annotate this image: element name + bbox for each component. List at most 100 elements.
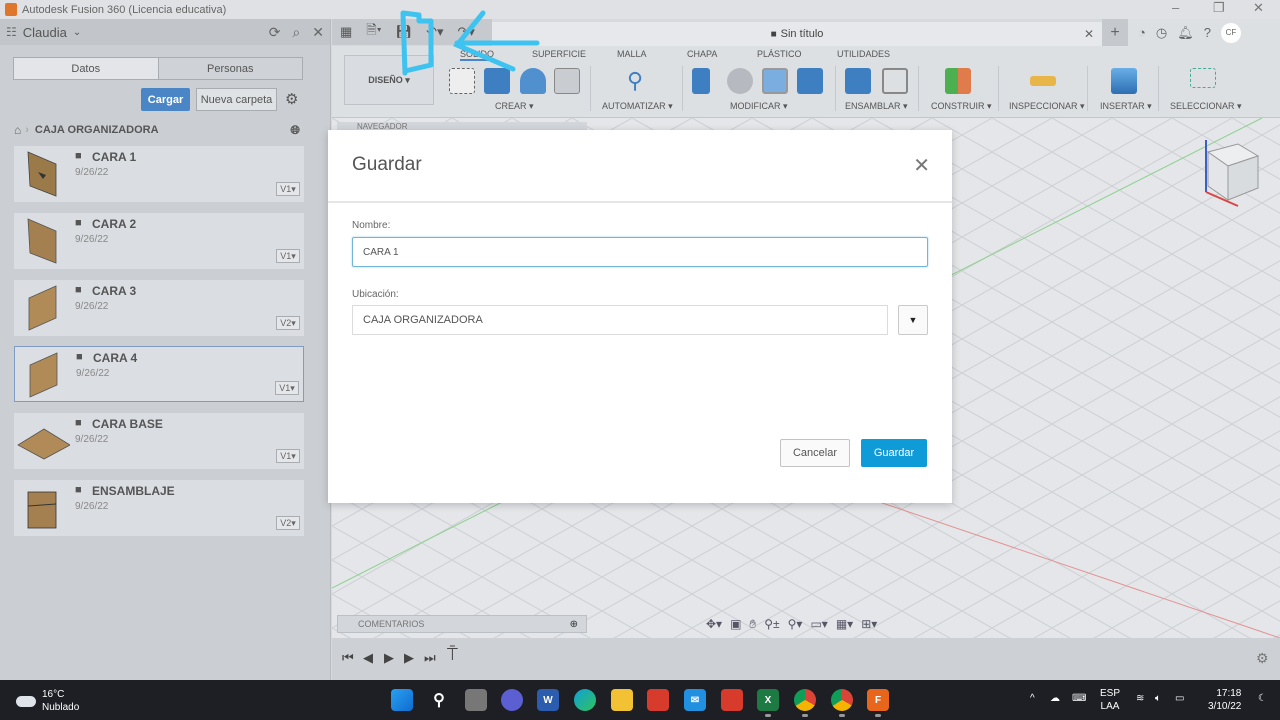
volume-icon[interactable]: 🔈︎ xyxy=(1155,692,1161,705)
workspace-selector[interactable]: DISEÑO ▾ xyxy=(344,55,434,105)
timeline-settings-icon[interactable]: ⚙ xyxy=(1256,650,1269,667)
document-tab[interactable]: ■ Sin título ✕ xyxy=(492,22,1102,46)
file-item[interactable]: ■ CARA 1 9/26/22 V1▾ xyxy=(14,146,304,202)
save-button[interactable]: Guardar xyxy=(861,439,927,467)
extrude-icon[interactable] xyxy=(484,68,510,94)
fillet-icon[interactable] xyxy=(727,68,753,94)
tab-malla[interactable]: MALLA xyxy=(617,49,647,59)
file-item[interactable]: ■ CARA BASE 9/26/22 V1▾ xyxy=(14,413,304,469)
file-menu-icon[interactable]: 🗎︎▾ xyxy=(366,21,381,43)
version-dropdown[interactable]: V2▾ xyxy=(276,516,300,530)
redo-icon[interactable]: ↷▾ xyxy=(458,24,475,40)
task-view-icon[interactable] xyxy=(465,689,487,711)
office-icon[interactable] xyxy=(721,689,743,711)
chrome-icon[interactable] xyxy=(794,689,816,711)
viewports-icon[interactable]: ⊞▾ xyxy=(861,617,877,632)
word-icon[interactable]: W xyxy=(537,689,559,711)
globe-icon[interactable]: 🌐︎ xyxy=(290,123,300,138)
team-selector[interactable]: Claudia xyxy=(23,25,67,40)
step-forward-icon[interactable]: ▶ xyxy=(404,650,414,666)
location-dropdown-button[interactable]: ▼ xyxy=(898,305,928,335)
keyboard-icon[interactable]: ⌨ xyxy=(1072,692,1086,705)
file-item-selected[interactable]: ■ CARA 4 9/26/22 V1▾ xyxy=(14,346,304,402)
look-at-icon[interactable]: ▣ xyxy=(730,617,741,632)
grid-settings-icon[interactable]: ▦▾ xyxy=(836,617,853,632)
refresh-icon[interactable]: ⟳ xyxy=(269,24,281,41)
tab-solido[interactable]: SÓLIDO xyxy=(460,49,495,61)
automate-icon[interactable]: ⚲ xyxy=(622,68,648,94)
job-status-icon[interactable]: ◷ xyxy=(1156,25,1167,41)
hole-icon[interactable] xyxy=(554,68,580,94)
file-item[interactable]: ■ CARA 2 9/26/22 V1▾ xyxy=(14,213,304,269)
undo-icon[interactable]: ↶▾ xyxy=(426,24,443,40)
combine-icon[interactable] xyxy=(797,68,823,94)
measure-icon[interactable] xyxy=(1030,76,1056,86)
start-icon[interactable] xyxy=(391,689,413,711)
upload-button[interactable]: Cargar xyxy=(141,88,190,111)
offset-plane-icon[interactable] xyxy=(945,68,971,94)
version-dropdown[interactable]: V1▾ xyxy=(276,249,300,263)
go-to-end-icon[interactable]: ⏭ xyxy=(424,650,436,666)
chevron-up-icon[interactable]: ^ xyxy=(1030,692,1035,705)
weather-widget[interactable]: 16°C Nublado xyxy=(16,688,79,714)
mail-icon[interactable]: ✉ xyxy=(684,689,706,711)
extensions-icon[interactable]: ◔ xyxy=(1138,25,1146,40)
tab-datos[interactable]: Datos xyxy=(14,58,159,79)
language-indicator[interactable]: ESP LAA xyxy=(1100,687,1120,713)
tab-superficie[interactable]: SUPERFICIE xyxy=(532,49,586,59)
notifications-icon[interactable]: 🔔︎ xyxy=(1177,25,1194,41)
office-icon[interactable] xyxy=(647,689,669,711)
close-icon[interactable]: ✕ xyxy=(913,156,930,176)
search-icon[interactable]: ⌕ xyxy=(292,24,300,41)
cancel-button[interactable]: Cancelar xyxy=(780,439,850,467)
press-pull-icon[interactable] xyxy=(692,68,710,94)
tab-personas[interactable]: Personas xyxy=(158,58,302,79)
add-comment-icon[interactable]: ⊕ xyxy=(570,619,578,630)
insert-image-icon[interactable] xyxy=(1111,68,1137,94)
group-automatizar[interactable]: AUTOMATIZAR ▾ xyxy=(602,101,673,112)
clock[interactable]: 17:18 3/10/22 xyxy=(1208,687,1241,713)
app-grid-icon[interactable]: ▦ xyxy=(340,24,352,40)
home-icon[interactable]: ⌂ xyxy=(14,123,21,137)
group-ensamblar[interactable]: ENSAMBLAR ▾ xyxy=(845,101,908,112)
teams-chat-icon[interactable] xyxy=(501,689,523,711)
version-dropdown[interactable]: V1▾ xyxy=(276,182,300,196)
tab-chapa[interactable]: CHAPA xyxy=(687,49,717,59)
new-folder-button[interactable]: Nueva carpeta xyxy=(196,88,277,111)
tab-plastico[interactable]: PLÁSTICO xyxy=(757,49,802,59)
file-item[interactable]: ■ ENSAMBLAJE 9/26/22 V2▾ xyxy=(14,480,304,536)
excel-icon[interactable]: X xyxy=(757,689,779,711)
fusion-360-icon[interactable]: F xyxy=(867,689,889,711)
shell-icon[interactable] xyxy=(762,68,788,94)
tab-utilidades[interactable]: UTILIDADES xyxy=(837,49,890,59)
file-item[interactable]: ■ CARA 3 9/26/22 V2▾ xyxy=(14,280,304,336)
maximize-button[interactable]: ❐ xyxy=(1213,0,1225,16)
pan-icon[interactable]: ✋︎ xyxy=(749,617,756,632)
group-insertar[interactable]: INSERTAR ▾ xyxy=(1100,101,1152,112)
file-explorer-icon[interactable] xyxy=(611,689,633,711)
group-seleccionar[interactable]: SELECCIONAR ▾ xyxy=(1170,101,1242,112)
chrome-icon[interactable] xyxy=(831,689,853,711)
help-icon[interactable]: ? xyxy=(1204,25,1211,40)
select-icon[interactable] xyxy=(1190,68,1216,88)
create-sketch-icon[interactable] xyxy=(449,68,475,94)
battery-icon[interactable]: ▭ xyxy=(1175,692,1184,705)
version-dropdown[interactable]: V1▾ xyxy=(276,449,300,463)
step-back-icon[interactable]: ◀ xyxy=(363,650,373,666)
play-icon[interactable]: ▶ xyxy=(384,650,394,666)
close-panel-icon[interactable]: ✕ xyxy=(312,24,324,41)
display-settings-icon[interactable]: ▭▾ xyxy=(810,617,827,632)
location-field[interactable]: CAJA ORGANIZADORA xyxy=(352,305,888,335)
name-input[interactable] xyxy=(352,237,928,267)
focus-assist-icon[interactable]: ☾ xyxy=(1258,692,1267,705)
close-window-button[interactable]: ✕ xyxy=(1253,0,1264,16)
comments-panel[interactable]: COMENTARIOS ⊕ xyxy=(337,615,587,633)
wifi-icon[interactable]: ≋ xyxy=(1136,692,1144,705)
go-to-start-icon[interactable]: ⏮ xyxy=(342,650,354,666)
new-component-icon[interactable] xyxy=(845,68,871,94)
chevron-down-icon[interactable]: ⌄ xyxy=(73,27,81,38)
onedrive-icon[interactable]: ☁ xyxy=(1050,692,1060,705)
version-dropdown[interactable]: V2▾ xyxy=(276,316,300,330)
zoom-window-icon[interactable]: ⚲▾ xyxy=(788,617,803,632)
close-tab-icon[interactable]: ✕ xyxy=(1084,27,1094,41)
